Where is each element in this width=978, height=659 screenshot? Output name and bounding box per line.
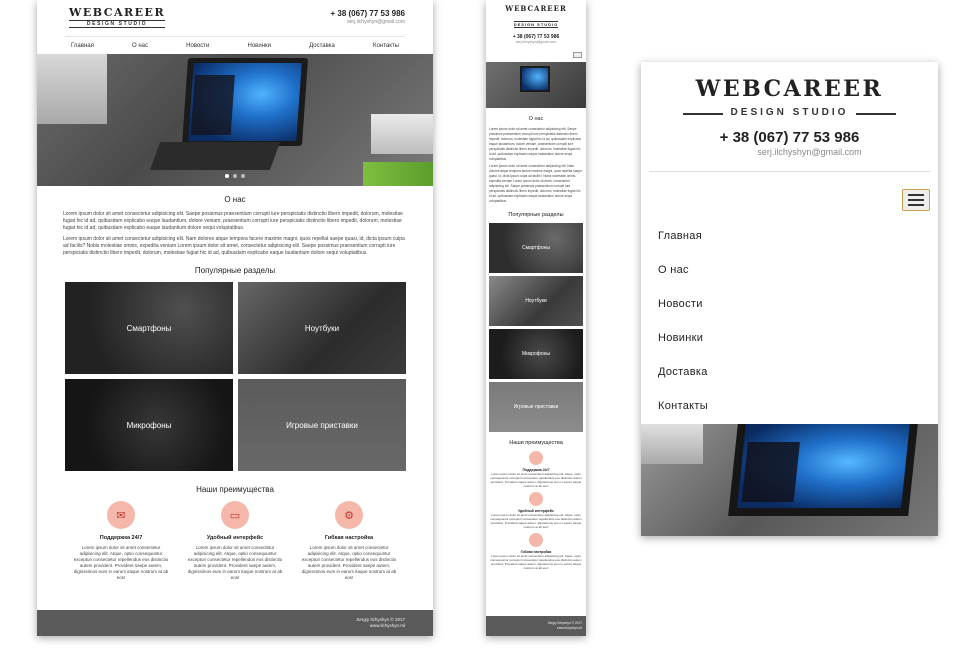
advantage-text: Lorem ipsum dolor sit amet consectetur a… bbox=[490, 472, 582, 488]
hero-image-tablet bbox=[181, 58, 309, 146]
tile-label: Микрофоны bbox=[126, 420, 172, 430]
header: WEBCAREER DESIGN STUDIO + 38 (067) 77 53… bbox=[37, 0, 433, 36]
nav-item-home[interactable]: Главная bbox=[658, 230, 708, 264]
tile-microphones[interactable]: Микрофоны bbox=[65, 379, 233, 471]
phone-link[interactable]: + 38 (067) 77 53 986 bbox=[330, 9, 405, 18]
nav-item-contacts[interactable]: Контакты bbox=[373, 43, 399, 49]
slider-dot[interactable] bbox=[241, 174, 245, 178]
tile-label: Ноутбуки bbox=[304, 323, 340, 333]
advantages-title: Наши преимущества bbox=[509, 440, 563, 446]
logo-tagline: DESIGN STUDIO bbox=[513, 21, 559, 28]
tile-label: Смартфоны bbox=[126, 323, 172, 333]
logo-name: WEBCAREER bbox=[69, 6, 166, 19]
advantage-title: Поддержка 24/7 bbox=[99, 535, 143, 541]
contact-block: + 38 (067) 77 53 986 serj.ilchyshyn@gmai… bbox=[330, 9, 405, 25]
slider-dot[interactable] bbox=[225, 174, 229, 178]
tile-smartphones[interactable]: Смартфоны bbox=[489, 223, 583, 273]
advantage-item: ⚙ Гибкая настройка Lorem ipsum dolor sit… bbox=[299, 501, 399, 581]
popular-grid: Смартфоны Ноутбуки Микрофоны Игровые при… bbox=[37, 282, 433, 471]
dropdown-nav: Главная О нас Новости Новинки Доставка К… bbox=[658, 230, 708, 434]
advantage-text: Lorem ipsum dolor sit amet consectetur a… bbox=[490, 513, 582, 529]
settings-icon: ⚙ bbox=[335, 501, 363, 529]
slider-dots bbox=[37, 174, 433, 178]
monitor-icon bbox=[529, 492, 543, 506]
footer-site-link[interactable]: www.ilchyshyn.ml bbox=[356, 623, 405, 629]
hero-image-books bbox=[37, 54, 107, 124]
advantage-text: Lorem ipsum dolor sit amet consectetur a… bbox=[301, 545, 397, 580]
slider-dot[interactable] bbox=[233, 174, 237, 178]
email-link[interactable]: serj.ilchyshyn@gmail.com bbox=[330, 19, 405, 25]
nav-item-delivery[interactable]: Доставка bbox=[309, 43, 335, 49]
advantage-title: Удобный интерфейс bbox=[206, 535, 264, 541]
nav-item-news[interactable]: Новости bbox=[658, 298, 708, 332]
advantage-item: Поддержка 24/7 Lorem ipsum dolor sit ame… bbox=[486, 451, 586, 488]
nav-item-news[interactable]: Новости bbox=[186, 43, 209, 49]
nav-item-delivery[interactable]: Доставка bbox=[658, 366, 708, 400]
nav-item-about[interactable]: О нас bbox=[132, 43, 148, 49]
about-paragraph: Lorem ipsum dolor sit amet consectetur a… bbox=[63, 236, 405, 256]
hero-slider[interactable] bbox=[37, 54, 433, 186]
desktop-preview: WEBCAREER DESIGN STUDIO + 38 (067) 77 53… bbox=[37, 0, 433, 636]
tile-label: Игровые приставки bbox=[286, 420, 358, 430]
about-paragraph: Lorem ipsum dolor sit amet consectetur a… bbox=[63, 211, 403, 231]
footer: Sergiy Ilchyshyn © 2017 www.ilchyshyn.ml bbox=[37, 610, 433, 636]
email-link[interactable]: serj.ilchyshyn@gmail.com bbox=[486, 40, 586, 44]
hero-image bbox=[486, 62, 586, 108]
logo-tagline: DESIGN STUDIO bbox=[69, 20, 166, 28]
mobile-preview: WEBCAREER DESIGN STUDIO + 38 (067) 77 53… bbox=[486, 0, 586, 636]
advantage-title: Гибкая настройка bbox=[324, 535, 374, 541]
advantage-item: ▭ Удобный интерфейс Lorem ipsum dolor si… bbox=[185, 501, 285, 581]
hamburger-menu-icon[interactable] bbox=[573, 52, 582, 58]
nav-item-about[interactable]: О нас bbox=[658, 264, 708, 298]
footer-copyright: Sergiy Ilchyshyn © 2017 bbox=[547, 621, 582, 625]
tile-laptops[interactable]: Ноутбуки bbox=[489, 276, 583, 326]
advantage-text: Lorem ipsum dolor sit amet consectetur a… bbox=[187, 545, 283, 580]
tile-laptops[interactable]: Ноутбуки bbox=[238, 282, 406, 374]
logo[interactable]: WEBCAREER DESIGN STUDIO bbox=[641, 76, 938, 120]
footer-site-link[interactable]: www.ilchyshyn.ml bbox=[548, 626, 582, 631]
about-paragraph: Lorem ipsum dolor sit amet consectetur a… bbox=[489, 164, 582, 203]
tile-consoles[interactable]: Игровые приставки bbox=[489, 382, 583, 432]
logo-tagline: DESIGN STUDIO bbox=[682, 107, 897, 118]
nav-item-new[interactable]: Новинки bbox=[658, 332, 708, 366]
logo-name: WEBCAREER bbox=[695, 76, 884, 102]
hero-image bbox=[641, 424, 938, 536]
popular-title: Популярные разделы bbox=[508, 212, 564, 218]
about-title: О нас bbox=[528, 116, 544, 122]
advantages-title: Наши преимущества bbox=[196, 485, 274, 494]
about-paragraph: Lorem ipsum dolor sit amet consectetur a… bbox=[489, 127, 582, 161]
tablet-menu-preview: WEBCAREER DESIGN STUDIO + 38 (067) 77 53… bbox=[641, 62, 938, 536]
advantage-item: Гибкая настройка Lorem ipsum dolor sit a… bbox=[486, 533, 586, 570]
hero-image-books-right bbox=[371, 114, 433, 154]
monitor-icon: ▭ bbox=[221, 501, 249, 529]
popular-grid: Смартфоны Ноутбуки Микрофоны Игровые при… bbox=[486, 223, 586, 432]
advantages-list: ✉ Поддержка 24/7 Lorem ipsum dolor sit a… bbox=[37, 501, 433, 581]
advantage-item: Удобный интерфейс Lorem ipsum dolor sit … bbox=[486, 492, 586, 529]
advantage-item: ✉ Поддержка 24/7 Lorem ipsum dolor sit a… bbox=[71, 501, 171, 581]
phone-link[interactable]: + 38 (067) 77 53 986 bbox=[641, 129, 938, 146]
logo-name: WEBCAREER bbox=[505, 4, 567, 13]
popular-title: Популярные разделы bbox=[194, 266, 276, 275]
settings-icon bbox=[529, 533, 543, 547]
tile-microphones[interactable]: Микрофоны bbox=[489, 329, 583, 379]
support-icon bbox=[529, 451, 543, 465]
divider bbox=[649, 171, 930, 172]
advantage-text: Lorem ipsum dolor sit amet consectetur a… bbox=[490, 554, 582, 570]
nav-item-home[interactable]: Главная bbox=[71, 43, 94, 49]
logo[interactable]: WEBCAREER DESIGN STUDIO bbox=[69, 6, 166, 28]
support-icon: ✉ bbox=[107, 501, 135, 529]
hero-image-keyboard bbox=[149, 142, 281, 170]
about-title: О нас bbox=[224, 195, 246, 204]
mockup-stage: WEBCAREER DESIGN STUDIO + 38 (067) 77 53… bbox=[0, 0, 978, 659]
footer: Sergiy Ilchyshyn © 2017 www.ilchyshyn.ml bbox=[486, 616, 586, 636]
logo[interactable]: WEBCAREER DESIGN STUDIO bbox=[486, 4, 586, 31]
main-nav: Главная О нас Новости Новинки Доставка К… bbox=[65, 36, 405, 54]
email-link[interactable]: serj.ilchyshyn@gmail.com bbox=[681, 147, 938, 157]
advantage-text: Lorem ipsum dolor sit amet consectetur a… bbox=[73, 545, 169, 580]
nav-item-new[interactable]: Новинки bbox=[247, 43, 271, 49]
hamburger-menu-icon[interactable] bbox=[902, 189, 930, 211]
tile-smartphones[interactable]: Смартфоны bbox=[65, 282, 233, 374]
tile-consoles[interactable]: Игровые приставки bbox=[238, 379, 406, 471]
